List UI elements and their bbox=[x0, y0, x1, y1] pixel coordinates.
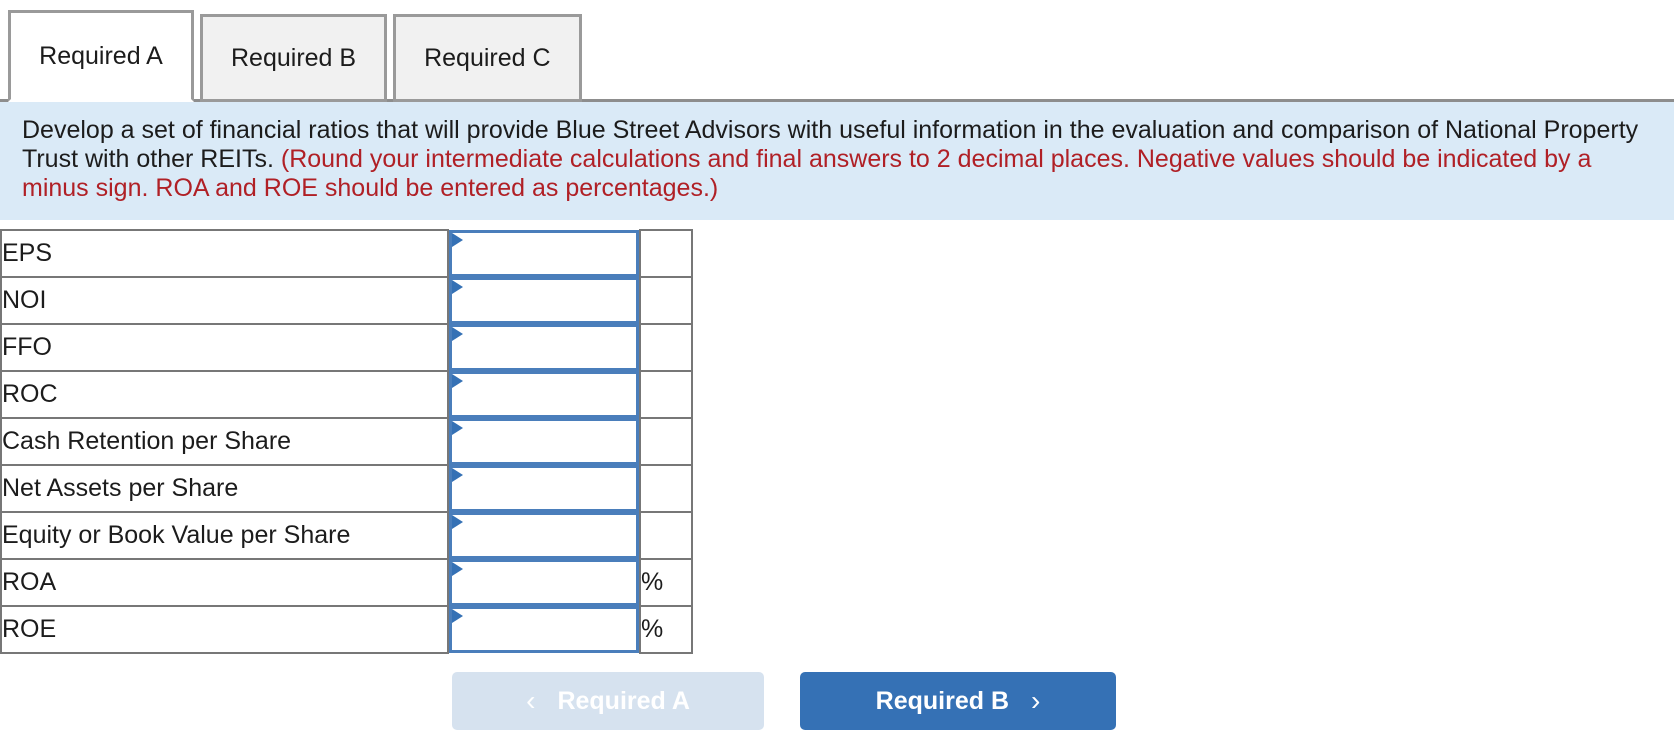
input-roa[interactable] bbox=[449, 559, 639, 606]
input-roe[interactable] bbox=[449, 606, 639, 653]
table-row: Cash Retention per Share bbox=[0, 417, 693, 466]
row-label-cash-retention-per-share: Cash Retention per Share bbox=[0, 417, 449, 466]
table-row: ROE % bbox=[0, 605, 693, 654]
row-input-cell-roc bbox=[448, 371, 640, 418]
table-row: Equity or Book Value per Share bbox=[0, 511, 693, 560]
chevron-right-icon: › bbox=[1031, 685, 1041, 716]
row-input-cell-ffo bbox=[448, 324, 640, 371]
row-input-cell-equity-or-book-value-per-share bbox=[448, 512, 640, 559]
row-unit-cash-retention-per-share bbox=[639, 417, 693, 466]
input-equity-or-book-value-per-share[interactable] bbox=[449, 512, 639, 559]
row-unit-roc bbox=[639, 370, 693, 419]
row-unit-ffo bbox=[639, 323, 693, 372]
row-unit-roa: % bbox=[639, 558, 693, 607]
input-cash-retention-per-share[interactable] bbox=[449, 418, 639, 465]
input-ffo[interactable] bbox=[449, 324, 639, 371]
instructions-banner: Develop a set of financial ratios that w… bbox=[0, 102, 1674, 220]
row-unit-noi bbox=[639, 276, 693, 325]
row-unit-eps bbox=[639, 229, 693, 278]
financial-ratios-table-body: EPS NOI FFO ROC Cash Retention per Share… bbox=[0, 229, 693, 654]
row-label-eps: EPS bbox=[0, 229, 449, 278]
row-input-cell-roa bbox=[448, 559, 640, 606]
chevron-left-icon: ‹ bbox=[526, 685, 536, 716]
row-label-roe: ROE bbox=[0, 605, 449, 654]
row-input-cell-noi bbox=[448, 277, 640, 324]
table-row: ROC bbox=[0, 370, 693, 419]
next-required-b-button[interactable]: Required B › bbox=[800, 672, 1116, 730]
table-row: ROA % bbox=[0, 558, 693, 607]
row-input-cell-eps bbox=[448, 230, 640, 277]
table-row: EPS bbox=[0, 229, 693, 278]
row-label-noi: NOI bbox=[0, 276, 449, 325]
tab-strip: Required A Required B Required C bbox=[0, 0, 1674, 102]
table-row: FFO bbox=[0, 323, 693, 372]
row-label-net-assets-per-share: Net Assets per Share bbox=[0, 464, 449, 513]
row-unit-equity-or-book-value-per-share bbox=[639, 511, 693, 560]
tab-required-a[interactable]: Required A bbox=[8, 10, 194, 102]
row-label-ffo: FFO bbox=[0, 323, 449, 372]
next-button-label: Required B bbox=[875, 686, 1010, 715]
tab-required-b[interactable]: Required B bbox=[200, 14, 388, 102]
previous-button-label: Required A bbox=[557, 686, 690, 715]
row-unit-net-assets-per-share bbox=[639, 464, 693, 513]
row-input-cell-roe bbox=[448, 606, 640, 653]
tab-list: Required A Required B Required C bbox=[8, 10, 582, 102]
pagination-nav: ‹ Required A Required B › bbox=[0, 672, 1674, 730]
row-input-cell-net-assets-per-share bbox=[448, 465, 640, 512]
tab-required-c[interactable]: Required C bbox=[393, 14, 582, 102]
tab-required-b-label: Required B bbox=[231, 43, 357, 72]
tab-required-a-label: Required A bbox=[39, 41, 163, 70]
table-row: Net Assets per Share bbox=[0, 464, 693, 513]
input-eps[interactable] bbox=[449, 230, 639, 277]
row-label-roa: ROA bbox=[0, 558, 449, 607]
table-row: NOI bbox=[0, 276, 693, 325]
row-label-roc: ROC bbox=[0, 370, 449, 419]
row-label-equity-or-book-value-per-share: Equity or Book Value per Share bbox=[0, 511, 449, 560]
financial-ratios-table: EPS NOI FFO ROC Cash Retention per Share… bbox=[0, 229, 693, 654]
row-input-cell-cash-retention-per-share bbox=[448, 418, 640, 465]
input-net-assets-per-share[interactable] bbox=[449, 465, 639, 512]
input-roc[interactable] bbox=[449, 371, 639, 418]
row-unit-roe: % bbox=[639, 605, 693, 654]
tab-required-c-label: Required C bbox=[424, 43, 551, 72]
previous-required-a-button[interactable]: ‹ Required A bbox=[452, 672, 764, 730]
input-noi[interactable] bbox=[449, 277, 639, 324]
